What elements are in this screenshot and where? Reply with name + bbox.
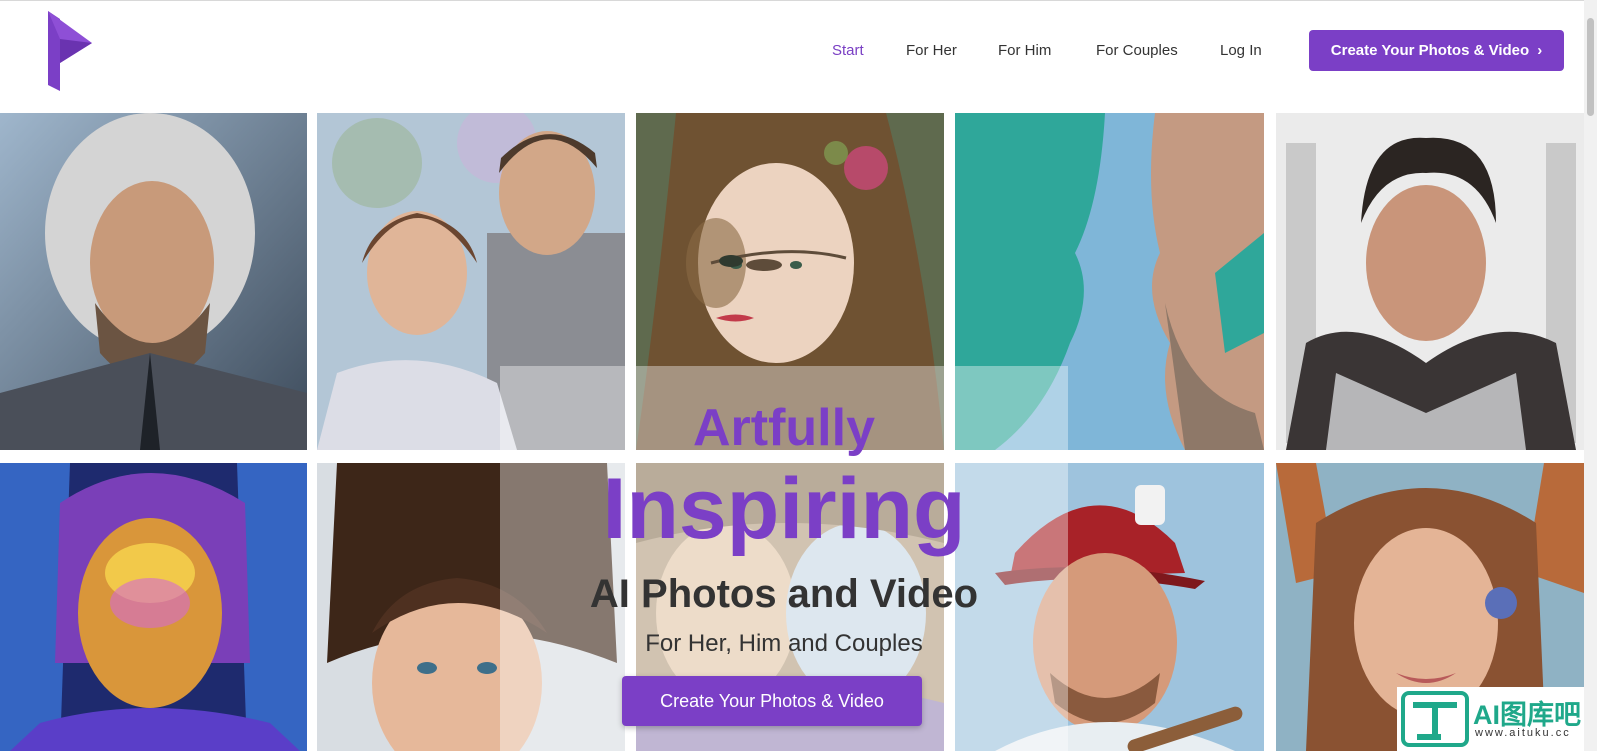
portrait-man-armor <box>1276 113 1584 450</box>
hero-line-1: Artfully <box>693 399 875 457</box>
scrollbar[interactable] <box>1584 0 1597 751</box>
hero: Artfully Inspiring AI Photos and Video F… <box>500 366 1068 751</box>
nav-start[interactable]: Start <box>832 39 864 63</box>
nav-for-him[interactable]: For Him <box>998 39 1051 63</box>
hero-line-3: AI Photos and Video <box>589 572 979 616</box>
gallery-tile-6 <box>0 463 307 751</box>
hero-line-4: For Her, Him and Couples <box>645 630 923 657</box>
watermark-url: www.aituku.cc <box>1475 727 1571 739</box>
gallery-tile-1 <box>0 113 307 450</box>
nav-for-couples[interactable]: For Couples <box>1096 39 1178 63</box>
gallery-tile-5 <box>1276 113 1584 450</box>
scrollbar-thumb[interactable] <box>1587 18 1594 116</box>
header-create-label: Create Your Photos & Video <box>1330 42 1530 59</box>
hero-line-2: Inspiring <box>602 461 966 557</box>
nav-log-in[interactable]: Log In <box>1220 39 1262 63</box>
nav-for-her[interactable]: For Her <box>906 39 957 63</box>
chevron-right-icon: › <box>1537 42 1543 59</box>
site-header: Start For Her For Him For Couples Log In… <box>0 1 1584 111</box>
hero-create-button[interactable]: Create Your Photos & Video <box>622 676 922 726</box>
header-create-button[interactable]: Create Your Photos & Video › <box>1309 30 1564 71</box>
portrait-man-silver-hair <box>0 113 307 450</box>
portrait-woman-neon <box>0 463 307 751</box>
watermark: AI图库吧 www.aituku.cc <box>1397 687 1597 751</box>
